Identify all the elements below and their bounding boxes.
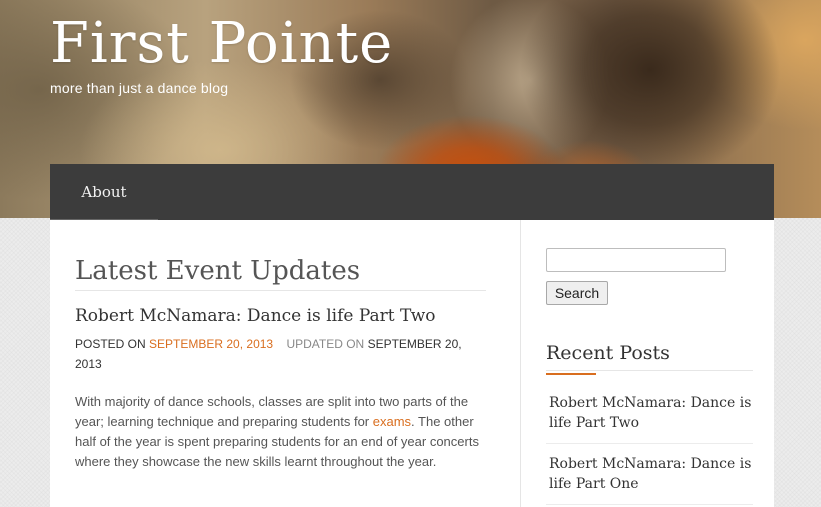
post-title-link[interactable]: Robert McNamara: Dance is life Part Two: [75, 306, 436, 326]
sidebar-divider: [520, 220, 521, 507]
main-navigation: About: [50, 164, 774, 220]
exams-link[interactable]: exams: [373, 414, 411, 429]
content-area: Latest Event Updates Robert McNamara: Da…: [50, 220, 774, 507]
recent-post-link[interactable]: Robert McNamara: Dance is life Part Two: [546, 384, 753, 444]
post-meta: POSTED ON SEPTEMBER 20, 2013 UPDATED ON …: [75, 334, 486, 374]
recent-post-link[interactable]: Robert McNamara: Dance is life Part One: [546, 444, 753, 505]
search-button[interactable]: Search: [546, 281, 608, 305]
updated-on-label: UPDATED ON: [286, 337, 365, 351]
recent-posts-accent-bar: [546, 373, 596, 375]
nav-item-about[interactable]: About: [50, 164, 158, 220]
post-excerpt: With majority of dance schools, classes …: [75, 392, 486, 472]
site-title[interactable]: First Pointe: [50, 8, 393, 80]
site-tagline: more than just a dance blog: [50, 80, 229, 96]
posted-on-label: POSTED ON: [75, 337, 146, 351]
posted-date-link[interactable]: SEPTEMBER 20, 2013: [149, 337, 273, 351]
search-input[interactable]: [546, 248, 726, 272]
recent-posts-list: Robert McNamara: Dance is life Part Two …: [546, 384, 753, 505]
recent-posts-title: Recent Posts: [546, 342, 753, 371]
page-title: Latest Event Updates: [75, 256, 486, 291]
